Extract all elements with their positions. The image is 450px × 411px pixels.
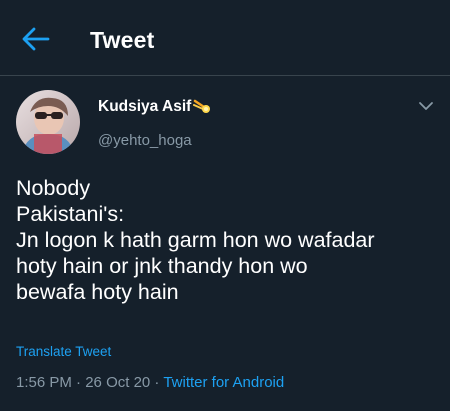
chevron-down-icon[interactable] xyxy=(418,100,434,112)
tweet-date: 26 Oct 20 xyxy=(85,374,151,391)
tweet-line: hoty hain or jnk thandy hon wo xyxy=(16,254,308,278)
tweet-time: 1:56 PM xyxy=(16,374,72,391)
comet-emoji-icon xyxy=(193,99,211,113)
tweet-line: bewafa hoty hain xyxy=(16,280,179,304)
translate-tweet-link[interactable]: Translate Tweet xyxy=(16,342,111,362)
avatar-image xyxy=(16,90,80,154)
avatar[interactable] xyxy=(16,90,80,154)
tweet-body: Nobody Pakistani's: Jn logon k hath garm… xyxy=(16,175,444,305)
tweet-metadata: 1:56 PM · 26 Oct 20 · Twitter for Androi… xyxy=(16,373,284,393)
top-bar: Tweet xyxy=(0,0,450,76)
author-handle[interactable]: @yehto_hoga xyxy=(98,131,192,151)
tweet-line: Pakistani's: xyxy=(16,202,125,226)
author-name-row[interactable]: Kudsiya Asif xyxy=(98,97,211,117)
back-arrow-icon[interactable] xyxy=(20,26,50,52)
meta-separator: · xyxy=(150,374,164,391)
tweet-source-link[interactable]: Twitter for Android xyxy=(163,374,284,391)
tweet-line: Jn logon k hath garm hon wo wafadar xyxy=(16,228,375,252)
page-title: Tweet xyxy=(90,27,155,53)
author-display-name[interactable]: Kudsiya Asif xyxy=(98,97,191,117)
meta-separator: · xyxy=(71,374,86,391)
tweet-line: Nobody xyxy=(16,176,91,200)
